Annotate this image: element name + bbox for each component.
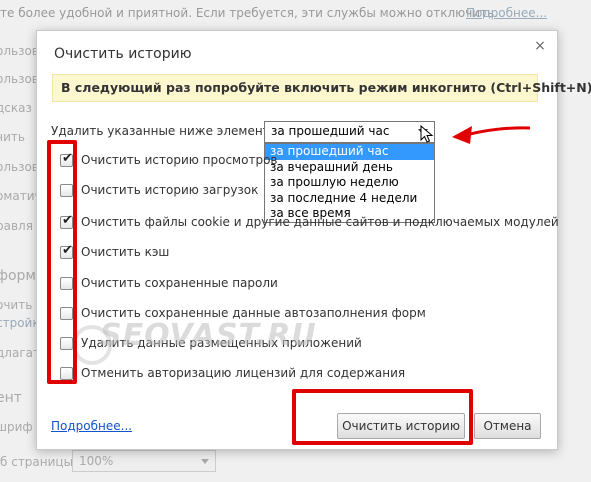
background-fragment: ользов (0, 44, 36, 58)
background-fragment: равля (0, 219, 33, 233)
incognito-banner: В следующий раз попробуйте включить режи… (52, 74, 591, 102)
button-highlight-box (292, 389, 473, 445)
background-fragment: шриф (0, 420, 33, 434)
background-fragment: чить (0, 130, 25, 144)
period-label: Удалить указанные ниже элементы: (51, 124, 284, 138)
option-label: Отменить авторизацию лицензий для содерж… (81, 366, 406, 380)
option-label: Очистить сохраненные пароли (81, 276, 278, 290)
close-icon[interactable]: × (533, 39, 547, 53)
background-fragment: длагат (0, 346, 36, 360)
background-more-link: Подробнее... (466, 6, 548, 20)
option-label: Очистить файлы cookie и другие данные са… (81, 215, 559, 229)
background-fragment: дсказ (0, 101, 32, 115)
dialog-title: Очистить историю (54, 46, 192, 62)
red-arrow-icon (452, 126, 531, 144)
option-label: Очистить историю просмотров (81, 153, 278, 167)
background-left-column: ользов ользов дсказ чить ользов оматич р… (0, 0, 36, 482)
period-option[interactable]: за прошлую неделю (265, 175, 434, 191)
background-fragment: ент (0, 390, 22, 406)
period-dropdown: за прошедший час за вчерашний день за пр… (264, 143, 435, 223)
background-fragment: очить (0, 298, 33, 312)
background-zoom-label: б страницы: (0, 455, 78, 469)
cancel-button[interactable]: Отмена (474, 413, 541, 439)
period-selected-value: за прошедший час (271, 124, 390, 138)
period-option[interactable]: за прошедший час (265, 144, 434, 160)
period-option[interactable]: за вчерашний день (265, 160, 434, 176)
background-fragment: стройк (0, 316, 36, 330)
period-option[interactable]: за последние 4 недели (265, 191, 434, 207)
background-fragment: ользов (0, 160, 36, 174)
more-info-link[interactable]: Подробнее... (51, 419, 132, 433)
background-top-text: те более удобной и приятной. Если требуе… (0, 0, 591, 30)
background-fragment: форм (0, 268, 36, 284)
period-select[interactable]: за прошедший час (264, 121, 435, 143)
option-label: Очистить кэш (81, 245, 170, 259)
background-description: те более удобной и приятной. Если требуе… (0, 6, 498, 20)
watermark: SEOVAST.RU (100, 318, 317, 353)
background-fragment: ользов (0, 72, 36, 86)
mouse-cursor-icon (420, 125, 434, 143)
background-zoom-select: 100% (72, 450, 216, 472)
clear-history-dialog: Очистить историю × В следующий раз попро… (36, 30, 591, 450)
checkbox-highlight-box (47, 140, 77, 384)
option-label: Очистить историю загрузок (81, 183, 259, 197)
background-fragment: оматич (0, 189, 36, 203)
